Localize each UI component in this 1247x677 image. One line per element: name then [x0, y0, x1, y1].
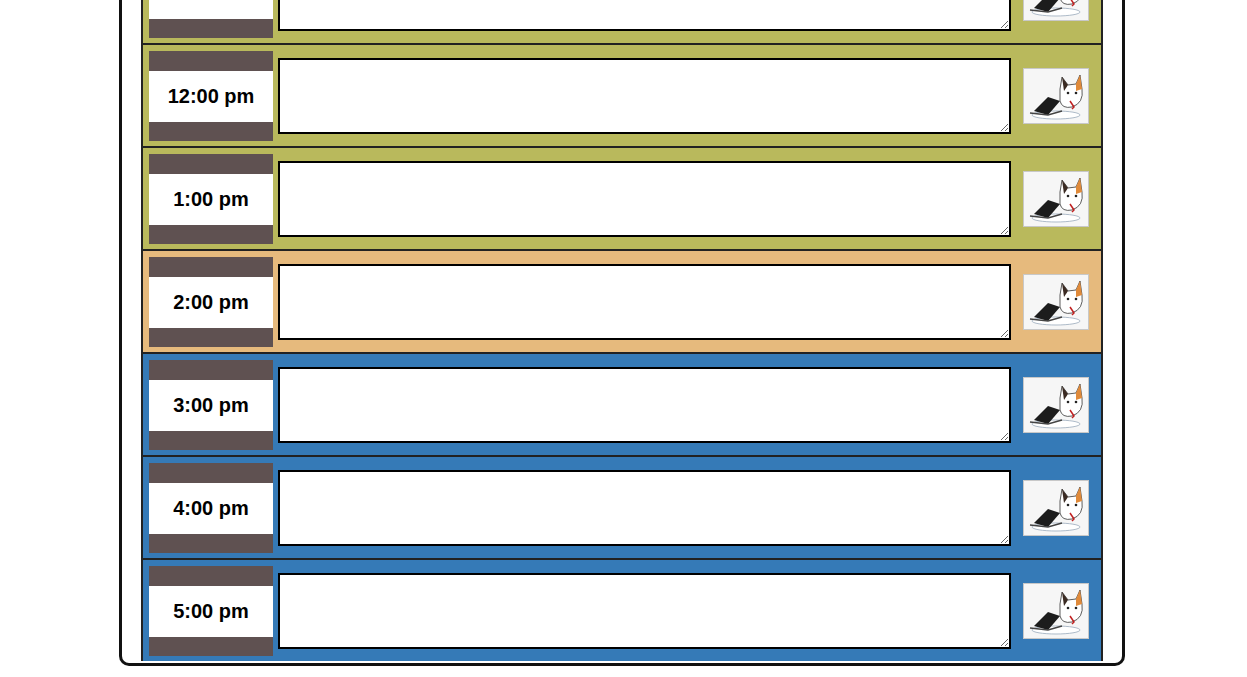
time-block: 4:00 pm [141, 455, 1103, 558]
cat-laptop-icon [1026, 0, 1086, 18]
save-button[interactable] [1023, 377, 1089, 433]
time-block: 1:00 pm [141, 146, 1103, 249]
time-block: 5:00 pm [141, 558, 1103, 661]
cat-laptop-icon [1026, 483, 1086, 533]
event-textarea[interactable] [278, 58, 1011, 134]
event-textarea[interactable] [278, 470, 1011, 546]
cat-laptop-icon [1026, 586, 1086, 636]
hour-label: 4:00 pm [149, 463, 273, 553]
hour-label: 3:00 pm [149, 360, 273, 450]
event-textarea[interactable] [278, 367, 1011, 443]
hour-label: 1:00 pm [149, 154, 273, 244]
save-button[interactable] [1023, 68, 1089, 124]
hour-label: 12:00 pm [149, 51, 273, 141]
save-button[interactable] [1023, 0, 1089, 21]
event-textarea[interactable] [278, 0, 1011, 31]
scheduler-page: 12:00 pm 1:00 pm 2:00 pm 3:00 pm 4:00 pm… [0, 0, 1247, 677]
hour-label: 2:00 pm [149, 257, 273, 347]
save-button[interactable] [1023, 274, 1089, 330]
event-textarea[interactable] [278, 161, 1011, 237]
time-block: 2:00 pm [141, 249, 1103, 352]
save-button[interactable] [1023, 583, 1089, 639]
event-textarea[interactable] [278, 264, 1011, 340]
hour-label: 5:00 pm [149, 566, 273, 656]
time-block-list: 12:00 pm 1:00 pm 2:00 pm 3:00 pm 4:00 pm… [141, 0, 1103, 661]
cat-laptop-icon [1026, 174, 1086, 224]
cat-laptop-icon [1026, 277, 1086, 327]
event-textarea[interactable] [278, 573, 1011, 649]
time-block: 3:00 pm [141, 352, 1103, 455]
time-block [141, 0, 1103, 43]
save-button[interactable] [1023, 171, 1089, 227]
cat-laptop-icon [1026, 71, 1086, 121]
cat-laptop-icon [1026, 380, 1086, 430]
time-block: 12:00 pm [141, 43, 1103, 146]
hour-label [149, 0, 273, 38]
save-button[interactable] [1023, 480, 1089, 536]
schedule-container: 12:00 pm 1:00 pm 2:00 pm 3:00 pm 4:00 pm… [119, 0, 1125, 666]
